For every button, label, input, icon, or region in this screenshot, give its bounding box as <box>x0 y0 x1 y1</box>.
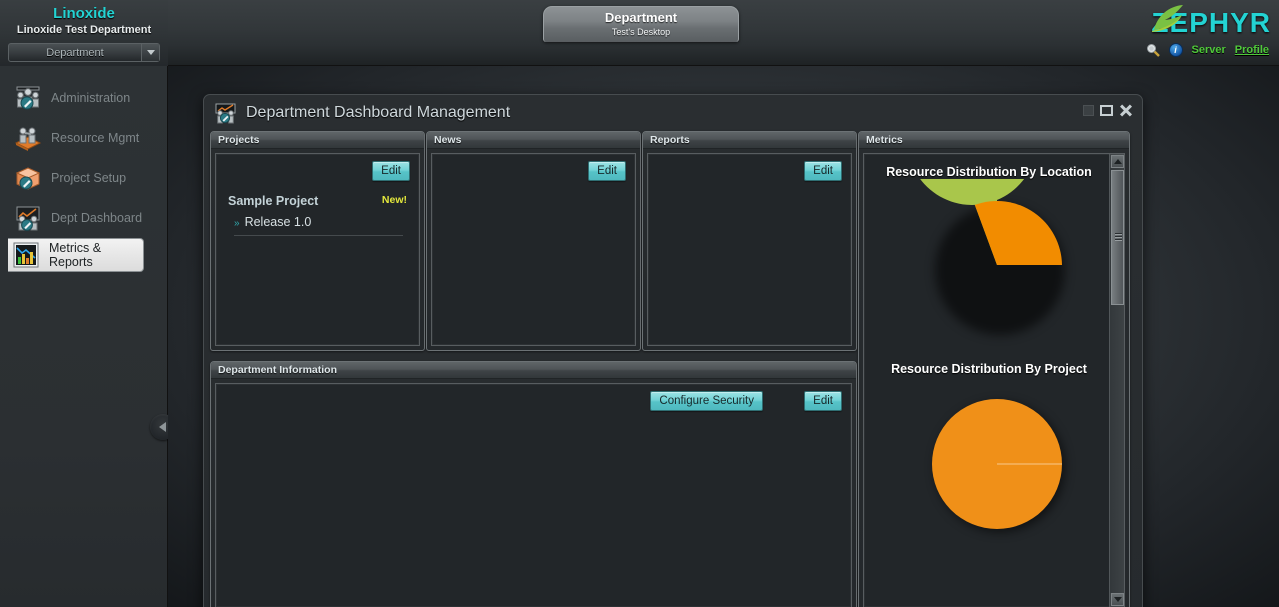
metrics-scrollbar-thumb[interactable] <box>1111 170 1124 305</box>
sidebar-item-label: Project Setup <box>51 171 126 185</box>
projects-edit-button[interactable]: Edit <box>372 161 410 181</box>
reports-panel: Reports Edit <box>642 131 857 351</box>
department-information-title: Department Information <box>218 364 337 376</box>
window-controls <box>1083 104 1132 117</box>
close-icon[interactable] <box>1119 104 1132 117</box>
top-right-actions: i Server Profile <box>1146 43 1270 57</box>
metrics-scroll-down-button[interactable] <box>1111 593 1124 606</box>
news-panel-header: News <box>427 132 640 149</box>
metrics-reports-icon <box>12 241 40 269</box>
sidebar-item-administration[interactable]: Administration <box>10 78 167 118</box>
dashboard-management-icon <box>214 103 236 123</box>
top-bar: Linoxide Linoxide Test Department Depart… <box>0 0 1279 66</box>
desktop-tab[interactable]: Department Test's Desktop <box>543 6 739 42</box>
department-select-value: Department <box>9 47 141 59</box>
scroll-down-arrow-icon <box>1114 597 1122 602</box>
news-edit-button[interactable]: Edit <box>588 161 626 181</box>
news-panel: News Edit <box>426 131 641 351</box>
info-icon[interactable]: i <box>1169 43 1183 57</box>
brand-name: Linoxide <box>0 5 168 22</box>
sidebar-item-metrics-reports[interactable]: Metrics & Reports <box>8 238 144 272</box>
pie-chart-location-svg <box>864 179 1114 337</box>
dept-dashboard-icon <box>14 204 42 232</box>
leaf-icon <box>1151 4 1185 34</box>
sidebar: Administration Resource Mgmt <box>0 66 168 607</box>
collapse-left-icon <box>159 422 166 432</box>
application-root: Linoxide Linoxide Test Department Depart… <box>0 0 1279 607</box>
metrics-panel-body: Resource Distribution By Location <box>863 153 1125 607</box>
pie-chart-project-svg <box>864 376 1114 546</box>
desktop-area: Department Dashboard Management Projects… <box>168 66 1279 607</box>
maximize-icon[interactable] <box>1100 105 1113 116</box>
pie-chart-location <box>864 179 1114 337</box>
news-panel-title: News <box>434 134 461 146</box>
sidebar-item-project-setup[interactable]: Project Setup <box>10 158 167 198</box>
metrics-scroll-up-button[interactable] <box>1111 155 1124 168</box>
projects-panel-body: Edit Sample Project New! » Release 1.0 <box>215 153 420 346</box>
news-panel-body: Edit <box>431 153 636 346</box>
window-title-bar: Department Dashboard Management <box>204 95 1142 131</box>
department-information-body: Configure Security Edit <box>215 383 852 607</box>
department-information-header: Department Information <box>211 362 856 379</box>
brand-block: Linoxide Linoxide Test Department Depart… <box>0 0 168 66</box>
window-title: Department Dashboard Management <box>246 104 510 122</box>
desktop-tab-subtitle: Test's Desktop <box>544 27 738 37</box>
sidebar-item-label: Administration <box>51 91 130 105</box>
projects-panel-header: Projects <box>211 132 424 149</box>
sidebar-item-label: Metrics & Reports <box>49 241 143 269</box>
project-name: Sample Project <box>228 194 318 208</box>
metrics-panel: Metrics Resource Distribution By Locatio… <box>858 131 1130 607</box>
department-information-panel: Department Information Configure Securit… <box>210 361 857 607</box>
chart-title: Resource Distribution By Project <box>864 362 1114 376</box>
projects-panel-title: Projects <box>218 134 259 146</box>
project-new-badge: New! <box>382 194 407 206</box>
sidebar-item-resource-mgmt[interactable]: Resource Mgmt <box>10 118 167 158</box>
chart-title: Resource Distribution By Location <box>864 165 1114 179</box>
dashboard-window: Department Dashboard Management Projects… <box>203 94 1143 607</box>
sidebar-item-dept-dashboard[interactable]: Dept Dashboard <box>10 198 167 238</box>
scrollbar-grip-icon <box>1115 233 1122 242</box>
divider <box>234 235 403 236</box>
window-body: Projects Edit Sample Project New! » Rele… <box>204 131 1142 139</box>
department-select[interactable]: Department <box>8 43 160 62</box>
release-name[interactable]: Release 1.0 <box>245 215 312 229</box>
brand-subtitle: Linoxide Test Department <box>0 24 168 36</box>
department-information-edit-button[interactable]: Edit <box>804 391 842 411</box>
reports-panel-title: Reports <box>650 134 690 146</box>
scroll-up-arrow-icon <box>1114 159 1122 164</box>
metrics-panel-title: Metrics <box>866 134 903 146</box>
chevron-double-right-icon: » <box>234 218 240 229</box>
pie-chart-project <box>864 376 1114 546</box>
sidebar-item-label: Resource Mgmt <box>51 131 139 145</box>
resource-mgmt-icon <box>14 124 42 152</box>
metrics-panel-header: Metrics <box>859 132 1129 149</box>
server-link[interactable]: Server <box>1192 44 1226 56</box>
sidebar-item-label: Dept Dashboard <box>51 211 142 225</box>
profile-link[interactable]: Profile <box>1235 44 1269 56</box>
department-select-arrow[interactable] <box>141 44 159 61</box>
desktop-tab-title: Department <box>544 10 738 25</box>
metrics-scrollbar[interactable] <box>1109 154 1124 607</box>
reports-panel-header: Reports <box>643 132 856 149</box>
search-icon[interactable] <box>1146 43 1160 57</box>
zephyr-logo: ZEPHYR <box>1123 5 1271 37</box>
chart-resource-by-location: Resource Distribution By Location <box>864 165 1114 337</box>
projects-panel: Projects Edit Sample Project New! » Rele… <box>210 131 425 351</box>
administration-icon <box>14 84 42 112</box>
configure-security-button[interactable]: Configure Security <box>650 391 763 411</box>
reports-panel-body: Edit <box>647 153 852 346</box>
release-row[interactable]: » Release 1.0 <box>234 215 311 229</box>
reports-edit-button[interactable]: Edit <box>804 161 842 181</box>
project-setup-icon <box>14 164 42 192</box>
chart-resource-by-project: Resource Distribution By Project <box>864 362 1114 546</box>
minimize-icon[interactable] <box>1083 105 1094 116</box>
chevron-down-icon <box>147 50 155 55</box>
